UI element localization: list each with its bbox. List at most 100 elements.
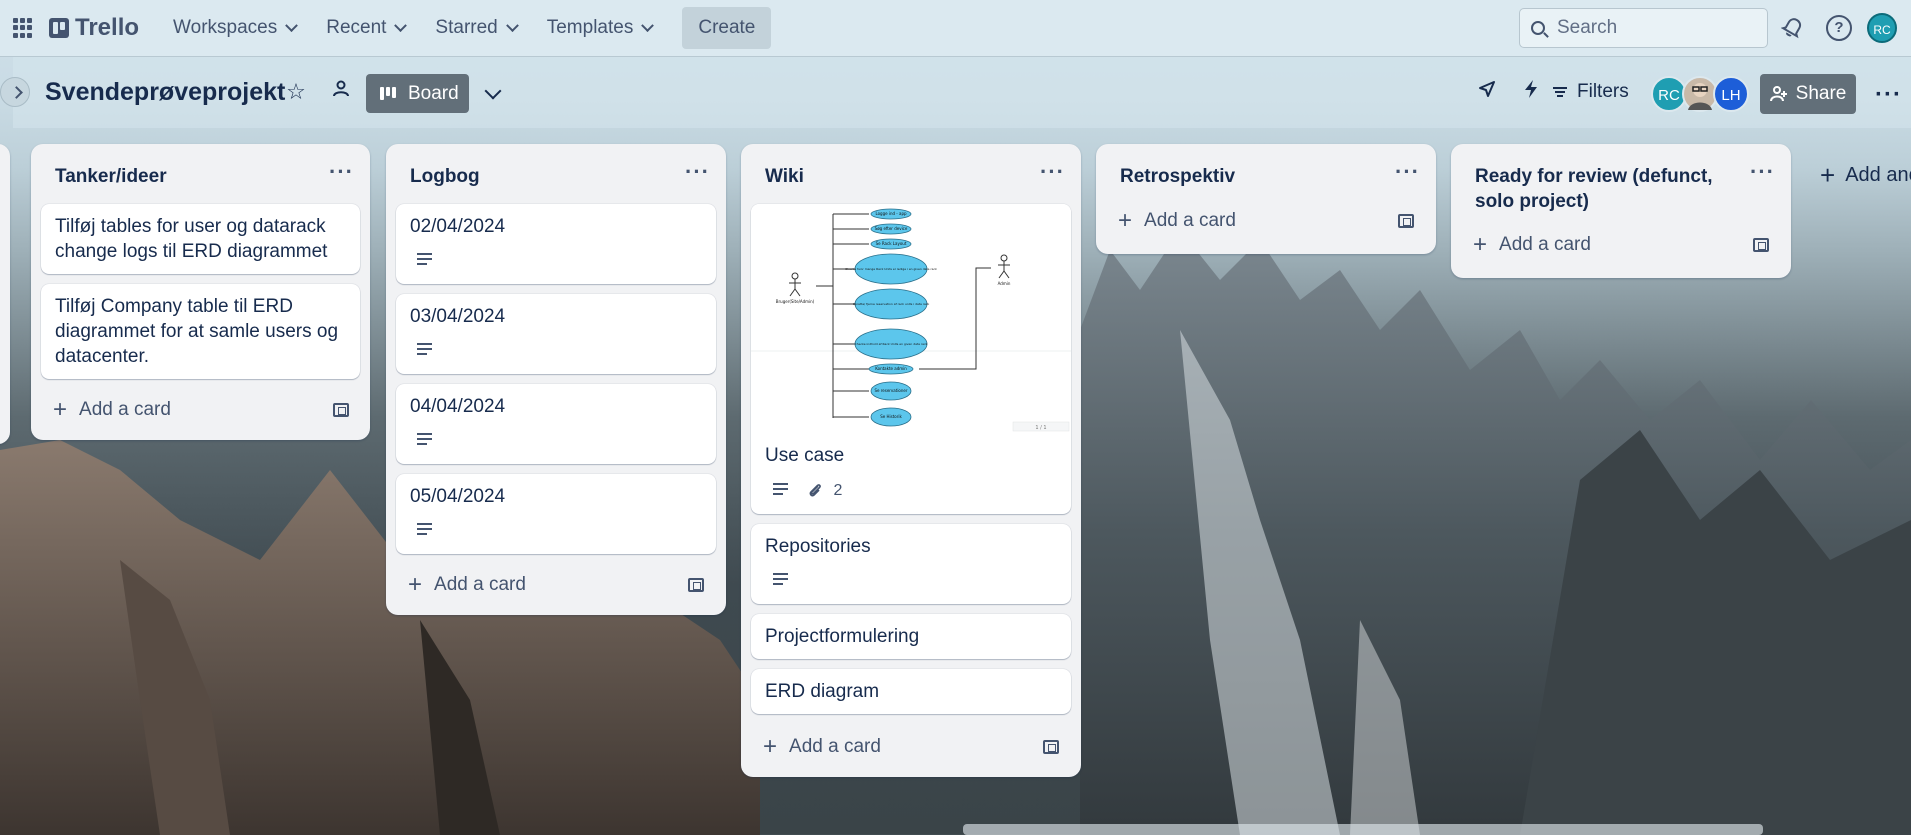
list-title[interactable]: Logbog [410, 164, 480, 189]
share-label: Share [1795, 83, 1847, 104]
plus-icon: + [1118, 207, 1133, 234]
card[interactable]: Tilføj Company table til ERD diagrammet … [41, 284, 360, 379]
nav-templates[interactable]: Templates [535, 8, 665, 48]
board-view-button[interactable]: Board [366, 74, 469, 113]
add-card-button[interactable]: + Add a card [1118, 207, 1236, 234]
card-title: ERD diagram [765, 681, 880, 702]
list-title[interactable]: Ready for review (defunct, solo project) [1475, 164, 1745, 214]
list-title[interactable]: Wiki [765, 164, 804, 189]
plus-icon: + [763, 733, 778, 760]
board-title[interactable]: Svendeprøveprojekt [45, 78, 285, 107]
card-title: Tilføj tables for user og datarack chang… [55, 216, 328, 262]
star-icon[interactable]: ☆ [281, 77, 311, 107]
search-icon [1531, 21, 1545, 35]
chevron-down-icon [641, 18, 655, 32]
list-retrospektiv: Retrospektiv ··· + Add a card [1096, 144, 1436, 254]
list-menu-icon[interactable]: ··· [685, 159, 710, 185]
search-placeholder: Search [1557, 17, 1618, 38]
board-menu-icon[interactable]: ··· [1875, 81, 1902, 109]
add-card-button[interactable]: + Add a card [53, 396, 171, 423]
list-ready-for-review: Ready for review (defunct, solo project)… [1451, 144, 1791, 278]
card[interactable]: Tilføj tables for user og datarack chang… [41, 204, 360, 274]
paperclip-icon [809, 484, 821, 497]
add-card-button[interactable]: + Add a card [763, 733, 881, 760]
card[interactable]: ERD diagram [751, 669, 1071, 714]
card-title: 02/04/2024 [410, 216, 506, 237]
add-list-button[interactable]: + Add another list [1820, 160, 1911, 191]
list-menu-icon[interactable]: ··· [1395, 159, 1420, 185]
list-title[interactable]: Retrospektiv [1120, 164, 1235, 189]
diagram-pager: 1 / 1 [1035, 425, 1046, 431]
trello-logo[interactable]: Trello [49, 14, 139, 42]
plus-icon: + [53, 396, 68, 423]
usecase-label: Se Historik [880, 414, 902, 419]
usecase-label: Se Rack Layout [876, 241, 907, 246]
list-title[interactable]: Tanker/ideer [55, 164, 167, 189]
add-card-label: Add a card [79, 399, 171, 420]
user-avatar[interactable]: RC [1867, 13, 1897, 43]
list-tanker-ideer: Tanker/ideer ··· Tilføj tables for user … [31, 144, 370, 440]
add-list-label: Add another list [1845, 164, 1911, 186]
list-menu-icon[interactable]: ··· [1750, 159, 1775, 185]
notifications-icon[interactable] [1780, 15, 1806, 41]
workspace-visibility-icon[interactable] [326, 77, 356, 107]
help-icon[interactable]: ? [1826, 15, 1852, 41]
power-ups-icon[interactable] [1472, 77, 1502, 107]
card[interactable]: 03/04/2024 [396, 294, 716, 374]
board-header: Svendeprøveprojekt ☆ Board Filters RC LH… [0, 57, 1911, 128]
usecase-label: Søg efter device [875, 226, 908, 231]
usecase-label: Checke hvor mange Rack Units er ledige i… [845, 267, 937, 271]
nav-workspaces-label: Workspaces [173, 17, 278, 38]
filters-button[interactable]: Filters [1553, 81, 1629, 103]
description-icon [417, 343, 432, 358]
actor-label: Bruger(Site/Admin) [776, 299, 815, 304]
horizontal-scrollbar[interactable] [963, 824, 1763, 835]
card[interactable]: Projectformulering [751, 614, 1071, 659]
chevron-down-icon [505, 18, 519, 32]
list-logbog: Logbog ··· 02/04/2024 03/04/2024 04/04/2… [386, 144, 726, 615]
description-icon [417, 433, 432, 448]
chevron-down-icon [394, 18, 408, 32]
description-icon [417, 253, 432, 268]
add-card-label: Add a card [1144, 210, 1236, 231]
card-template-icon[interactable] [688, 578, 704, 592]
logo-text: Trello [75, 14, 140, 41]
card-use-case[interactable]: Logge ind - app Søg efter device Se Rack… [751, 204, 1071, 514]
add-card-label: Add a card [789, 736, 881, 757]
card-template-icon[interactable] [1043, 740, 1059, 754]
share-button[interactable]: Share [1760, 74, 1856, 114]
card[interactable]: 04/04/2024 [396, 384, 716, 464]
description-icon [773, 573, 788, 588]
usecase-label: Oprette/ fjerne reservation af rack unit… [853, 302, 930, 306]
nav-recent-label: Recent [326, 17, 387, 38]
description-icon [417, 523, 432, 538]
top-navigation-bar: Trello Workspaces Recent Starred Templat… [0, 0, 1911, 57]
app-switcher-icon[interactable] [13, 18, 33, 38]
card-template-icon[interactable] [1753, 238, 1769, 252]
plus-icon: + [1820, 160, 1836, 190]
create-button[interactable]: Create [682, 7, 772, 49]
chevron-down-icon [285, 18, 299, 32]
add-card-button[interactable]: + Add a card [1473, 233, 1591, 257]
search-input[interactable]: Search [1519, 8, 1768, 48]
add-card-button[interactable]: + Add a card [408, 573, 526, 597]
view-switcher-chevron-icon[interactable] [484, 82, 502, 100]
card[interactable]: 02/04/2024 [396, 204, 716, 284]
list-partial [0, 144, 10, 444]
nav-workspaces[interactable]: Workspaces [161, 8, 308, 48]
usecase-label: Checke indhold af Rack Units en given da… [855, 342, 928, 346]
card-title: Tilføj Company table til ERD diagrammet … [55, 296, 339, 367]
card-template-icon[interactable] [333, 403, 349, 417]
card[interactable]: 05/04/2024 [396, 474, 716, 554]
nav-starred[interactable]: Starred [423, 8, 528, 48]
nav-recent[interactable]: Recent [314, 8, 417, 48]
card[interactable]: Repositories [751, 524, 1071, 604]
trello-logo-icon [49, 18, 69, 38]
member-avatar-lh[interactable]: LH [1713, 76, 1749, 112]
list-menu-icon[interactable]: ··· [1040, 159, 1065, 185]
card-template-icon[interactable] [1398, 214, 1414, 228]
automation-icon[interactable] [1516, 77, 1546, 107]
sidebar-expand-icon[interactable] [0, 77, 30, 107]
list-menu-icon[interactable]: ··· [329, 159, 354, 185]
card-title: Repositories [765, 536, 871, 557]
